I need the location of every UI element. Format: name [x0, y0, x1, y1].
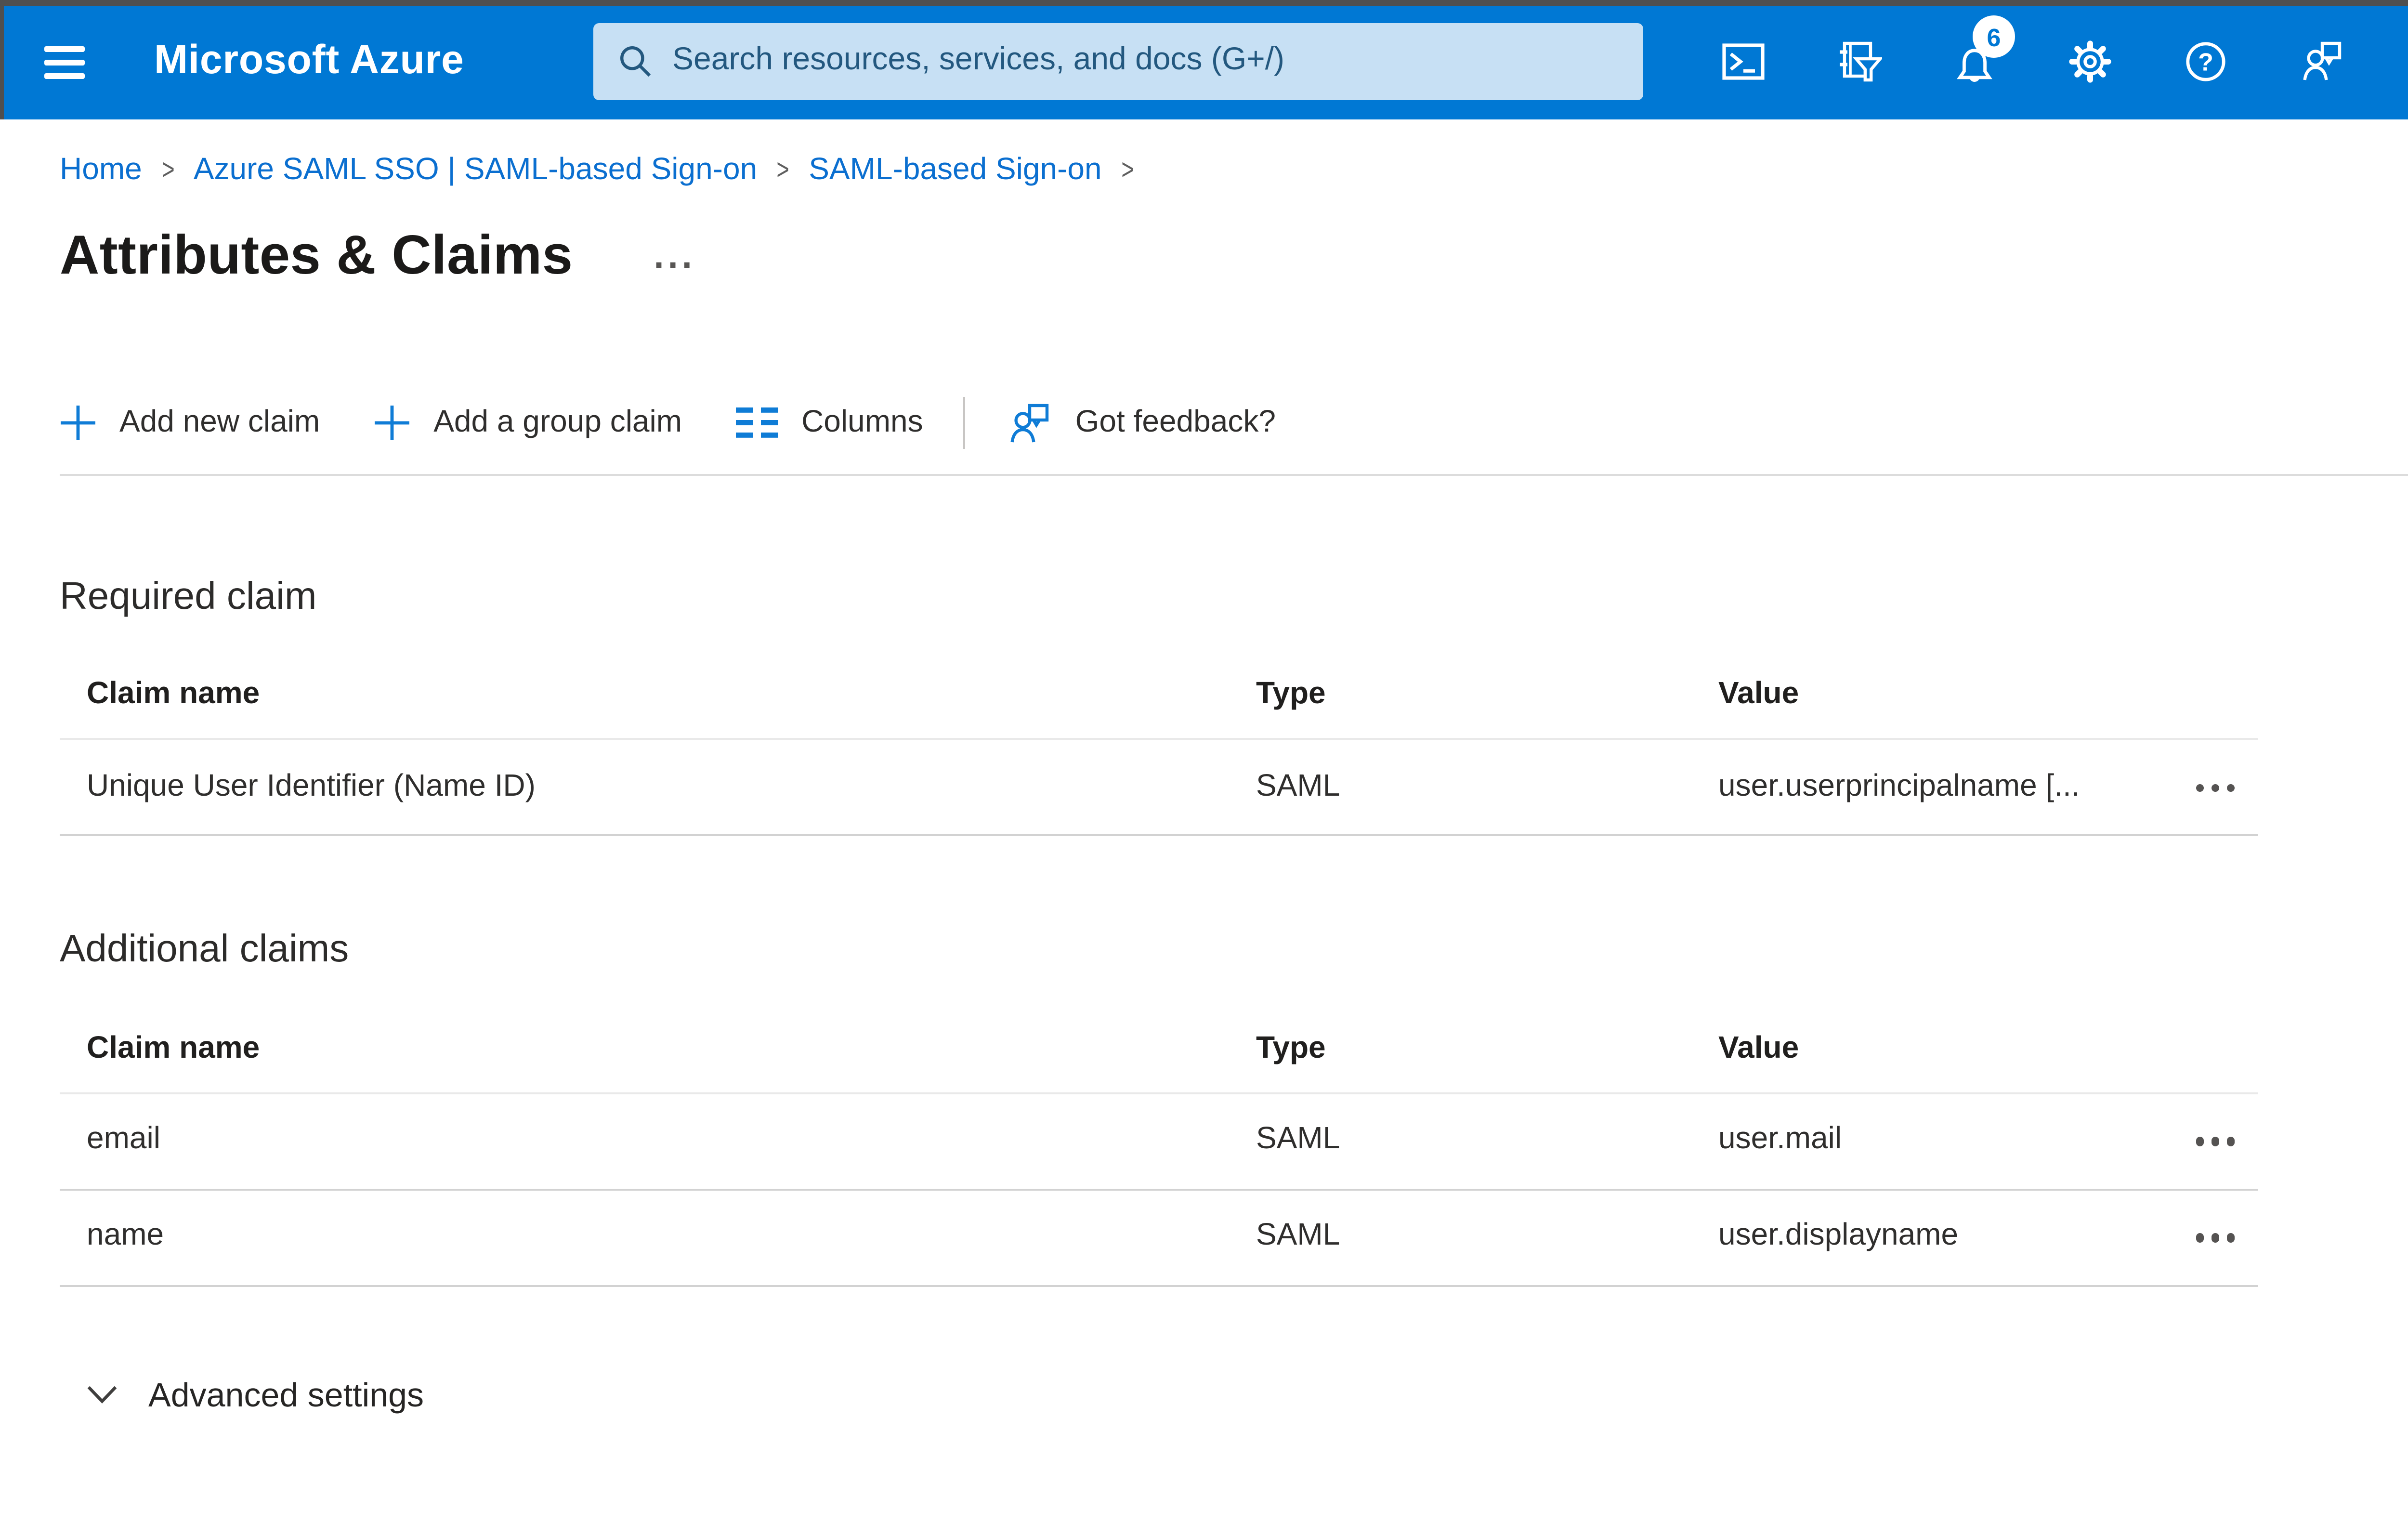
- hamburger-menu-icon[interactable]: [44, 45, 85, 78]
- row-menu-icon[interactable]: [2173, 1094, 2258, 1189]
- plus-icon: [61, 406, 95, 440]
- column-header-value: Value: [1718, 1032, 1799, 1065]
- notifications-bell-icon[interactable]: 6: [1951, 15, 2015, 85]
- advanced-settings-label: Advanced settings: [148, 1375, 424, 1414]
- page-content: Home > Azure SAML SSO | SAML-based Sign-…: [0, 153, 2408, 1416]
- breadcrumb-separator-icon: >: [161, 154, 174, 187]
- breadcrumb: Home > Azure SAML SSO | SAML-based Sign-…: [60, 153, 2408, 188]
- add-new-claim-label: Add new claim: [119, 406, 320, 438]
- feedback-icon: [1011, 403, 1049, 442]
- got-feedback-button[interactable]: Got feedback?: [1006, 400, 1276, 446]
- title-row: Attributes & Claims ...: [60, 217, 2408, 298]
- table-header-row: Claim name Type Value: [60, 654, 2258, 741]
- settings-gear-icon[interactable]: [2067, 39, 2113, 85]
- topbar-actions: 6 ?: [1720, 5, 2344, 118]
- plus-icon: [375, 406, 410, 440]
- toolbar-divider: [963, 397, 966, 449]
- search-icon: [620, 45, 651, 76]
- add-group-claim-label: Add a group claim: [433, 406, 682, 438]
- columns-icon: [736, 407, 779, 438]
- got-feedback-label: Got feedback?: [1075, 406, 1276, 438]
- column-header-claim-name: Claim name: [87, 1032, 260, 1065]
- advanced-settings-toggle[interactable]: Advanced settings: [60, 1376, 2408, 1416]
- table-row[interactable]: Unique User Identifier (Name ID) SAML us…: [60, 741, 2258, 837]
- breadcrumb-separator-icon: >: [776, 154, 789, 187]
- column-header-type: Type: [1256, 1032, 1326, 1065]
- breadcrumb-saml-signon[interactable]: SAML-based Sign-on: [809, 153, 1101, 188]
- claim-name-cell[interactable]: email: [60, 1124, 1256, 1159]
- table-row[interactable]: name SAML user.displayname: [60, 1191, 2258, 1287]
- column-header-value: Value: [1718, 679, 1799, 712]
- add-group-claim-button[interactable]: Add a group claim: [374, 405, 682, 441]
- toolbar-rule: [60, 473, 2408, 476]
- claim-name-cell[interactable]: name: [60, 1221, 1256, 1255]
- claim-value-cell: user.mail: [1718, 1124, 1842, 1157]
- claim-type-cell: SAML: [1256, 1124, 1340, 1157]
- add-new-claim-button[interactable]: Add new claim: [60, 405, 320, 441]
- command-bar: Add new claim Add a group claim Columns …: [60, 396, 2408, 450]
- column-header-type: Type: [1256, 679, 1326, 712]
- brand-title[interactable]: Microsoft Azure: [154, 39, 464, 85]
- row-menu-icon[interactable]: [2173, 1191, 2258, 1285]
- window-chrome: Microsoft Azure Search resources, servic…: [0, 0, 2408, 118]
- svg-text:?: ?: [2198, 48, 2213, 76]
- help-icon[interactable]: ?: [2183, 39, 2229, 85]
- directories-filter-icon[interactable]: [1836, 39, 1884, 85]
- cloudshell-icon[interactable]: [1720, 39, 1767, 85]
- table-row[interactable]: email SAML user.mail: [60, 1094, 2258, 1191]
- additional-claims-heading: Additional claims: [60, 929, 349, 972]
- claim-value-cell: user.userprincipalname [...: [1718, 770, 2080, 803]
- columns-label: Columns: [801, 406, 923, 438]
- search-input[interactable]: [672, 42, 1643, 79]
- required-claim-heading: Required claim: [60, 576, 317, 618]
- row-menu-icon[interactable]: [2173, 741, 2258, 835]
- claim-type-cell: SAML: [1256, 770, 1340, 803]
- breadcrumb-home[interactable]: Home: [60, 153, 142, 188]
- column-header-claim-name: Claim name: [87, 679, 260, 712]
- table-header-row: Claim name Type Value: [60, 1008, 2258, 1094]
- global-search[interactable]: [593, 22, 1643, 99]
- columns-button[interactable]: Columns: [736, 406, 923, 440]
- breadcrumb-separator-icon: >: [1121, 154, 1134, 187]
- notification-badge: 6: [1973, 15, 2015, 58]
- additional-claims-table: Claim name Type Value email SAML user.ma…: [60, 1008, 2258, 1287]
- azure-portal-page: Microsoft Azure Search resources, servic…: [0, 0, 2408, 1523]
- claim-value-cell: user.displayname: [1718, 1220, 1959, 1253]
- claim-name-cell[interactable]: Unique User Identifier (Name ID): [60, 771, 1256, 805]
- breadcrumb-app-signon[interactable]: Azure SAML SSO | SAML-based Sign-on: [194, 153, 757, 188]
- claim-type-cell: SAML: [1256, 1220, 1340, 1253]
- page-title: Attributes & Claims: [60, 225, 573, 287]
- topbar: Microsoft Azure Search resources, servic…: [4, 5, 2408, 118]
- chevron-down-icon: [87, 1386, 118, 1405]
- required-claim-table: Claim name Type Value Unique User Identi…: [60, 654, 2258, 837]
- feedback-icon[interactable]: [2298, 39, 2344, 85]
